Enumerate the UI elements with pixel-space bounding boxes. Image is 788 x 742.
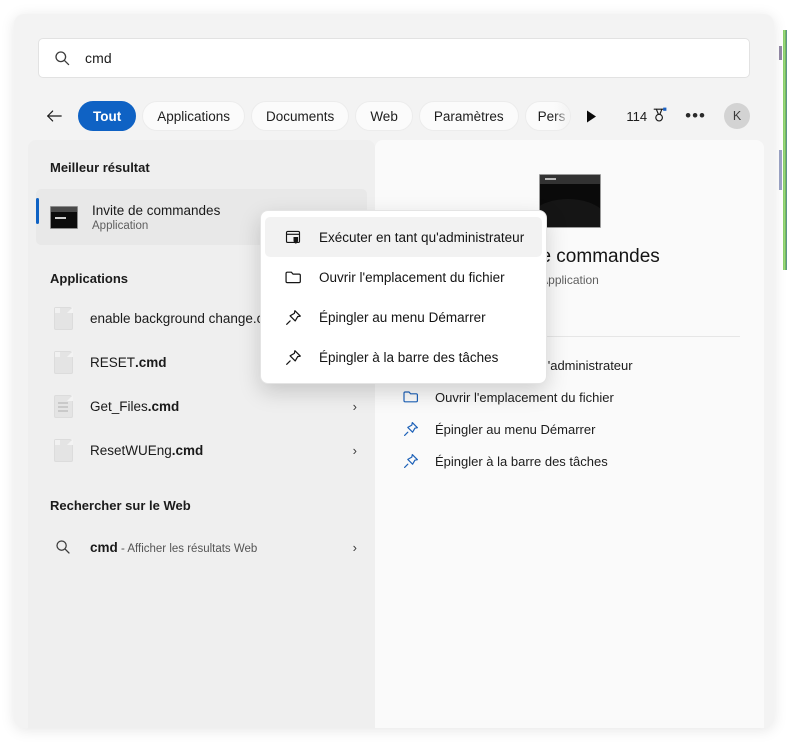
action-label: Épingler à la barre des tâches <box>435 454 608 469</box>
desktop-edge-strip-accent-1 <box>779 46 782 60</box>
tab-label: Applications <box>157 109 230 124</box>
pin-icon <box>401 451 421 471</box>
tab-personnes[interactable]: Pers <box>525 101 571 131</box>
web-search-heading: Rechercher sur le Web <box>28 498 375 513</box>
pin-icon <box>401 419 421 439</box>
search-input[interactable]: cmd <box>38 38 750 78</box>
context-menu-item-pin-to-taskbar[interactable]: Épingler à la barre des tâches <box>265 337 542 377</box>
context-menu: Exécuter en tant qu'administrateur Ouvri… <box>260 210 547 384</box>
web-search-label: cmd - Afficher les résultats Web <box>90 540 353 555</box>
tab-label: Paramètres <box>434 109 504 124</box>
pin-icon <box>283 307 303 327</box>
action-label: Épingler au menu Démarrer <box>435 422 595 437</box>
rewards-medal-icon <box>652 107 667 126</box>
file-cmd-icon <box>50 305 76 331</box>
file-cmd-icon <box>50 437 76 463</box>
tabbar-right-cluster: 114 ••• K <box>626 103 750 129</box>
search-query-text: cmd <box>85 50 112 66</box>
context-menu-item-label: Épingler au menu Démarrer <box>319 310 486 325</box>
search-icon <box>53 49 71 67</box>
more-options-button[interactable]: ••• <box>681 111 710 121</box>
desktop-edge-strip <box>783 30 787 270</box>
list-item[interactable]: Get_Files.cmd › <box>36 384 367 428</box>
chevron-right-icon[interactable]: › <box>353 443 357 458</box>
search-icon <box>50 534 76 560</box>
context-menu-item-label: Exécuter en tant qu'administrateur <box>319 230 524 245</box>
folder-icon <box>401 387 421 407</box>
tab-label: Web <box>370 109 398 124</box>
shield-window-icon <box>283 227 303 247</box>
avatar-initial: K <box>733 109 741 123</box>
search-filter-tabbar: Tout Applications Documents Web Paramètr… <box>38 94 750 138</box>
tab-web[interactable]: Web <box>355 101 413 131</box>
action-label: Ouvrir l'emplacement du fichier <box>435 390 614 405</box>
back-button[interactable] <box>38 100 70 132</box>
web-search-item[interactable]: cmd - Afficher les résultats Web › <box>36 525 367 569</box>
folder-icon <box>283 267 303 287</box>
ellipsis-icon: ••• <box>685 106 706 125</box>
tab-parametres[interactable]: Paramètres <box>419 101 519 131</box>
list-item[interactable]: ResetWUEng.cmd › <box>36 428 367 472</box>
cmd-console-icon <box>539 174 601 228</box>
file-lines-icon <box>50 393 76 419</box>
tab-documents[interactable]: Documents <box>251 101 349 131</box>
chevron-right-icon[interactable]: › <box>353 540 357 555</box>
tab-label: Tout <box>93 109 121 124</box>
action-pin-to-taskbar[interactable]: Épingler à la barre des tâches <box>391 445 748 477</box>
file-cmd-icon <box>50 349 76 375</box>
pin-icon <box>283 347 303 367</box>
action-pin-to-start[interactable]: Épingler au menu Démarrer <box>391 413 748 445</box>
tabs-next-icon[interactable] <box>579 101 605 131</box>
context-menu-item-pin-to-start[interactable]: Épingler au menu Démarrer <box>265 297 542 337</box>
list-item-label: Get_Files.cmd <box>90 399 353 414</box>
chevron-right-icon[interactable]: › <box>353 399 357 414</box>
cmd-console-icon <box>50 203 78 231</box>
tab-label: Documents <box>266 109 334 124</box>
context-menu-item-label: Ouvrir l'emplacement du fichier <box>319 270 505 285</box>
context-menu-item-open-file-location[interactable]: Ouvrir l'emplacement du fichier <box>265 257 542 297</box>
list-item-label: ResetWUEng.cmd <box>90 443 353 458</box>
avatar[interactable]: K <box>724 103 750 129</box>
tab-label: Pers <box>538 109 566 124</box>
screen: cmd Tout Applications Documents Web P <box>0 0 788 742</box>
tab-tout[interactable]: Tout <box>78 101 136 131</box>
action-open-file-location[interactable]: Ouvrir l'emplacement du fichier <box>391 381 748 413</box>
selection-indicator <box>36 198 39 224</box>
tab-applications[interactable]: Applications <box>142 101 245 131</box>
best-result-heading: Meilleur résultat <box>28 160 375 175</box>
rewards-button[interactable]: 114 <box>626 107 667 126</box>
context-menu-item-run-as-administrator[interactable]: Exécuter en tant qu'administrateur <box>265 217 542 257</box>
context-menu-item-label: Épingler à la barre des tâches <box>319 350 498 365</box>
desktop-edge-strip-accent-2 <box>779 150 782 190</box>
rewards-points: 114 <box>626 109 647 124</box>
